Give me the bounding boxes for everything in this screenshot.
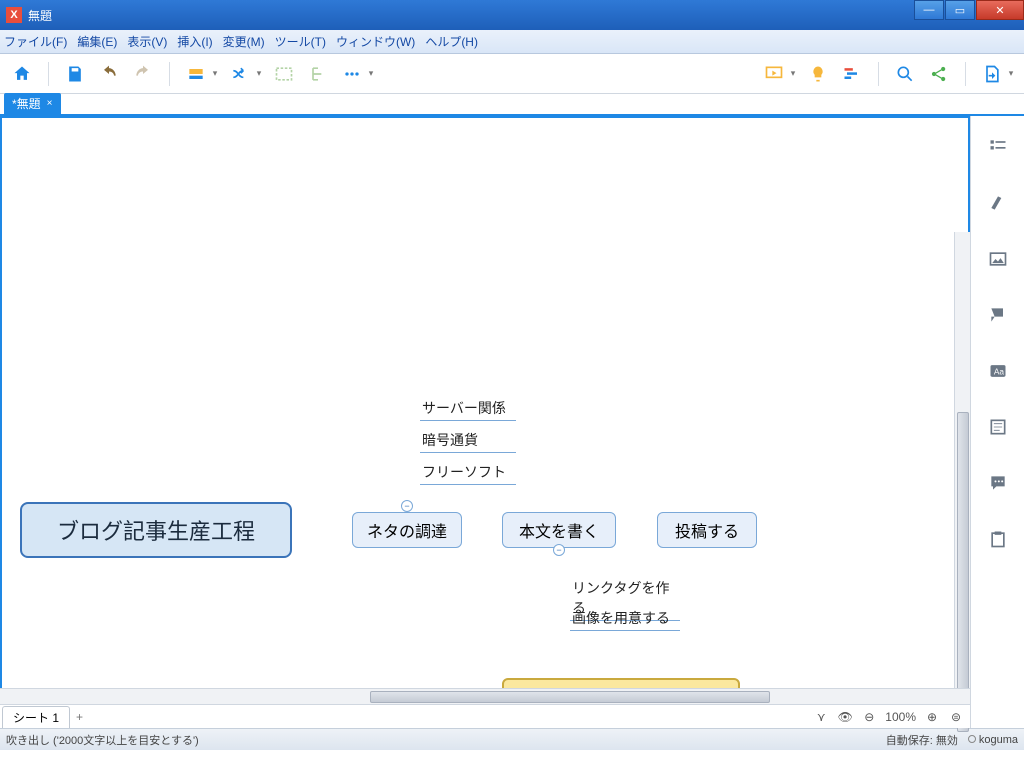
share-button[interactable] [925,60,953,88]
window-maximize-button[interactable]: ▭ [945,0,975,20]
vertical-scrollbar[interactable] [954,232,970,688]
doc-tabstrip: *無題 × [0,94,1024,116]
sheet-bar: シート 1 + ⋎ 👁 ⊖ 100% ⊕ ⊜ [0,704,970,728]
side-panel: Aa [970,116,1024,728]
doc-tab-close-icon[interactable]: × [47,98,53,109]
autosave-value: 無効 [936,735,958,747]
node-toukou[interactable]: 投稿する [657,512,757,548]
sub-item[interactable]: サーバー関係 [420,396,516,421]
node-honbun[interactable]: 本文を書く [502,512,616,548]
boundary-button[interactable] [270,60,298,88]
menu-tool[interactable]: ツール(T) [275,33,326,50]
mindmap-root[interactable]: ブログ記事生産工程 [20,502,292,558]
node-neta[interactable]: ネタの調達 [352,512,462,548]
canvas-wrap: ブログ記事生産工程 ネタの調達 本文を書く 投稿する − − サーバー関係 暗号… [0,116,970,728]
sub-item[interactable]: 暗号通貨 [420,428,516,453]
sub-item[interactable]: フリーソフト [420,460,516,485]
menu-view[interactable]: 表示(V) [127,33,167,50]
eye-icon[interactable]: 👁 [837,710,853,724]
status-bar: 吹き出し ('2000文字以上を目安とする') 自動保存: 無効 koguma [0,728,1024,750]
export-dropdown[interactable]: ▾ [978,60,1016,88]
sheet-add-button[interactable]: + [76,710,83,724]
window-title: 無題 [28,7,52,24]
doc-tab-label: *無題 [12,95,41,112]
zoom-reset-button[interactable]: ⊜ [948,710,964,724]
doc-tab[interactable]: *無題 × [4,93,61,114]
status-left: 吹き出し ('2000文字以上を目安とする') [6,732,199,748]
redo-button[interactable] [129,60,157,88]
collapse-toggle-icon[interactable]: − [401,500,413,512]
image-icon[interactable] [987,248,1009,270]
user-status-dot-icon [968,735,976,743]
home-button[interactable] [8,60,36,88]
text-icon[interactable]: Aa [987,360,1009,382]
autosave-label: 自動保存: [886,735,933,747]
more-button[interactable]: ▾ [338,60,376,88]
topic-shape-dropdown[interactable]: ▾ [182,60,220,88]
window-minimize-button[interactable]: — [914,0,944,20]
svg-text:Aa: Aa [993,366,1004,376]
titlebar: X 無題 — ▭ ✕ [0,0,1024,30]
menu-file[interactable]: ファイル(F) [4,33,67,50]
save-button[interactable] [61,60,89,88]
idea-button[interactable] [804,60,832,88]
notes-icon[interactable] [987,416,1009,438]
menu-change[interactable]: 変更(M) [223,33,265,50]
zoom-out-button[interactable]: ⊖ [861,710,877,724]
menubar: ファイル(F) 編集(E) 表示(V) 挿入(I) 変更(M) ツール(T) ウ… [0,30,1024,54]
summary-button[interactable] [304,60,332,88]
gantt-button[interactable] [838,60,866,88]
search-button[interactable] [891,60,919,88]
scrollbar-thumb[interactable] [370,691,770,703]
zoom-in-button[interactable]: ⊕ [924,710,940,724]
horizontal-scrollbar[interactable] [0,688,970,704]
workspace: ブログ記事生産工程 ネタの調達 本文を書く 投稿する − − サーバー関係 暗号… [0,116,1024,728]
connectors [2,118,302,268]
sub-item[interactable]: 画像を用意する [570,606,680,631]
toolbar: ▾ ▾ ▾ ▾ ▾ [0,54,1024,94]
presentation-button[interactable]: ▾ [760,60,798,88]
window-close-button[interactable]: ✕ [976,0,1024,20]
menu-insert[interactable]: 挿入(I) [177,33,212,50]
zoom-value: 100% [885,710,916,724]
task-icon[interactable] [987,528,1009,550]
sheet-tab[interactable]: シート 1 [2,706,70,728]
undo-button[interactable] [95,60,123,88]
collapse-toggle-icon[interactable]: − [553,544,565,556]
menu-edit[interactable]: 編集(E) [77,33,117,50]
app-icon: X [6,7,22,23]
format-icon[interactable] [987,192,1009,214]
comments-icon[interactable] [987,472,1009,494]
filter-icon[interactable]: ⋎ [813,710,829,724]
relationship-button[interactable]: ▾ [226,60,264,88]
marker-icon[interactable] [987,304,1009,326]
scrollbar-thumb[interactable] [957,412,969,732]
menu-window[interactable]: ウィンドウ(W) [336,33,415,50]
canvas[interactable]: ブログ記事生産工程 ネタの調達 本文を書く 投稿する − − サーバー関係 暗号… [2,118,968,726]
outline-icon[interactable] [987,136,1009,158]
user-name: koguma [979,734,1018,746]
menu-help[interactable]: ヘルプ(H) [425,33,478,50]
